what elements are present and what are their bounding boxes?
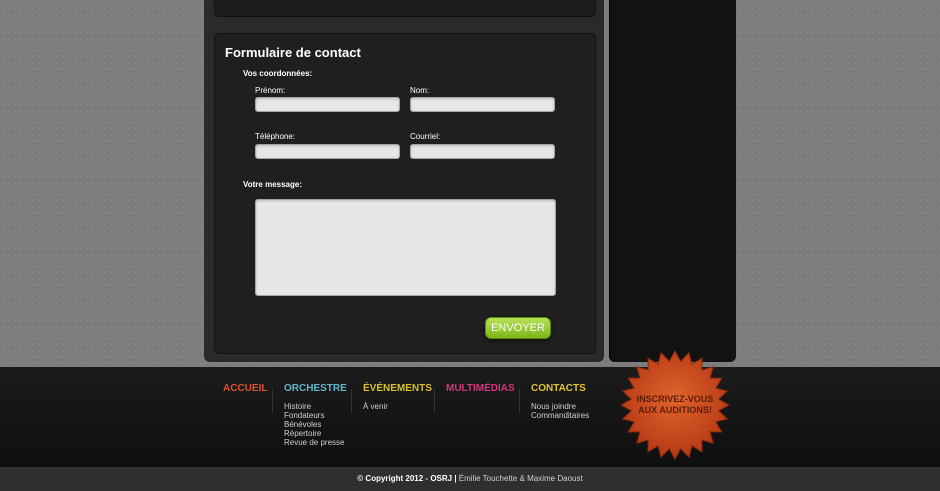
divider xyxy=(434,389,435,413)
copyright-text: © Copyright 2012 - OSRJ | xyxy=(357,474,457,483)
prenom-input[interactable] xyxy=(255,97,400,112)
nav-item-nous-joindre[interactable]: Nous joindre xyxy=(531,402,576,411)
nav-contacts[interactable]: CONTACTS xyxy=(531,383,586,394)
nav-item-revue-de-presse[interactable]: Revue de presse xyxy=(284,438,344,447)
nom-label: Nom: xyxy=(410,86,430,95)
badge-line-2: AUX AUDITIONS! xyxy=(638,405,712,415)
courriel-input[interactable] xyxy=(410,144,555,159)
send-button[interactable]: ENVOYER xyxy=(485,317,551,339)
nav-item-benevoles[interactable]: Bénévoles xyxy=(284,420,321,429)
coordinates-label: Vos coordonnées: xyxy=(243,69,313,78)
nav-orchestre[interactable]: ORCHESTRE xyxy=(284,383,347,394)
auditions-badge[interactable]: INSCRIVEZ-VOUS AUX AUDITIONS! xyxy=(619,349,731,461)
telephone-input[interactable] xyxy=(255,144,400,159)
nav-multimedias[interactable]: MULTIMÉDIAS xyxy=(446,383,515,394)
nav-item-a-venir[interactable]: À venir xyxy=(363,402,388,411)
copyright-bar: © Copyright 2012 - OSRJ | Émilie Touchet… xyxy=(0,467,940,491)
message-label: Votre message: xyxy=(243,180,302,189)
divider xyxy=(519,389,520,413)
nav-evenements[interactable]: ÉVÉNEMENTS xyxy=(363,383,432,394)
contact-form-panel: Formulaire de contact Vos coordonnées: P… xyxy=(214,33,596,354)
nom-input[interactable] xyxy=(410,97,555,112)
badge-line-1: INSCRIVEZ-VOUS xyxy=(636,394,714,404)
courriel-label: Courriel: xyxy=(410,132,441,141)
prenom-label: Prénom: xyxy=(255,86,286,95)
telephone-label: Téléphone: xyxy=(255,132,296,141)
nav-accueil[interactable]: ACCUEIL xyxy=(223,383,267,394)
nav-item-histoire[interactable]: Histoire xyxy=(284,402,311,411)
message-textarea[interactable] xyxy=(255,199,556,296)
badge-text: INSCRIVEZ-VOUS AUX AUDITIONS! xyxy=(620,394,730,416)
nav-item-repertoire[interactable]: Répertoire xyxy=(284,429,321,438)
form-title: Formulaire de contact xyxy=(225,45,361,60)
top-panel xyxy=(214,0,596,17)
nav-item-commanditaires[interactable]: Commanditaires xyxy=(531,411,589,420)
divider xyxy=(272,389,273,413)
nav-item-fondateurs[interactable]: Fondateurs xyxy=(284,411,324,420)
divider xyxy=(351,389,352,413)
sidebar xyxy=(609,0,736,362)
footer: ACCUEIL ORCHESTRE Histoire Fondateurs Bé… xyxy=(0,367,940,467)
copyright-authors: Émilie Touchette & Maxime Daoust xyxy=(458,474,583,483)
